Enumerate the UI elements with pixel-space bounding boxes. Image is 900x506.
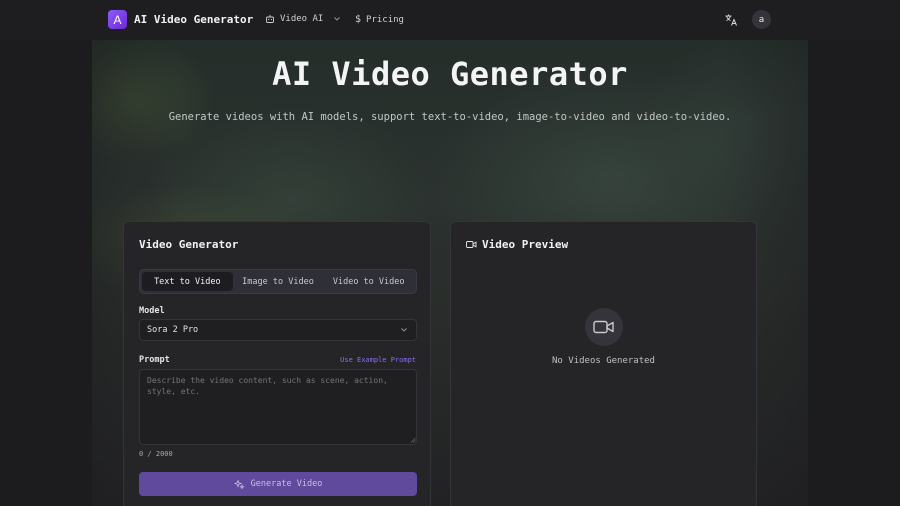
dollar-icon: $ — [355, 14, 362, 25]
resize-grip-icon[interactable] — [410, 437, 416, 443]
nav-video-ai-label: Video AI — [280, 14, 324, 24]
character-counter: 0 / 2000 — [139, 450, 173, 458]
model-select-value: Sora 2 Pro — [147, 325, 199, 335]
app-logo[interactable]: A — [108, 10, 127, 29]
user-avatar[interactable]: a — [752, 10, 771, 29]
tab-video-to-video[interactable]: Video to Video — [323, 272, 414, 291]
preview-title-label: Video Preview — [482, 238, 569, 251]
top-navbar: A AI Video Generator Video AI $ Pricing … — [0, 0, 900, 40]
robot-icon — [266, 15, 274, 23]
nav-video-ai[interactable]: Video AI — [265, 14, 342, 24]
hero-subtitle: Generate videos with AI models, support … — [168, 111, 732, 123]
model-select[interactable]: Sora 2 Pro — [139, 319, 417, 341]
nav-pricing[interactable]: $ Pricing — [355, 14, 404, 25]
app-title[interactable]: AI Video Generator — [134, 13, 253, 26]
video-camera-icon — [593, 320, 614, 334]
prompt-label: Prompt — [139, 355, 170, 365]
chevron-down-icon — [334, 17, 341, 21]
use-example-prompt-link[interactable]: Use Example Prompt — [340, 356, 416, 364]
generate-video-button[interactable]: Generate Video — [139, 472, 417, 496]
nav-pricing-label: Pricing — [366, 14, 404, 25]
mode-tabs: Text to Video Image to Video Video to Vi… — [139, 269, 417, 294]
video-generator-panel: Video Generator Text to Video Image to V… — [123, 221, 431, 506]
empty-state-icon-badge — [585, 308, 623, 346]
tab-text-to-video[interactable]: Text to Video — [142, 272, 233, 291]
prompt-input[interactable] — [139, 369, 417, 445]
chevron-down-icon — [401, 328, 407, 332]
model-label: Model — [139, 306, 165, 316]
generator-title: Video Generator — [139, 238, 239, 251]
translate-icon[interactable] — [724, 13, 738, 27]
generate-video-label: Generate Video — [250, 479, 323, 489]
sparkles-icon — [233, 478, 245, 490]
video-preview-panel: Video Preview No Videos Generated — [450, 221, 757, 506]
video-camera-icon — [466, 241, 477, 248]
empty-state-text: No Videos Generated — [552, 356, 655, 366]
hero-title: AI Video Generator — [272, 55, 628, 93]
tab-image-to-video[interactable]: Image to Video — [233, 272, 324, 291]
preview-title: Video Preview — [466, 238, 568, 251]
